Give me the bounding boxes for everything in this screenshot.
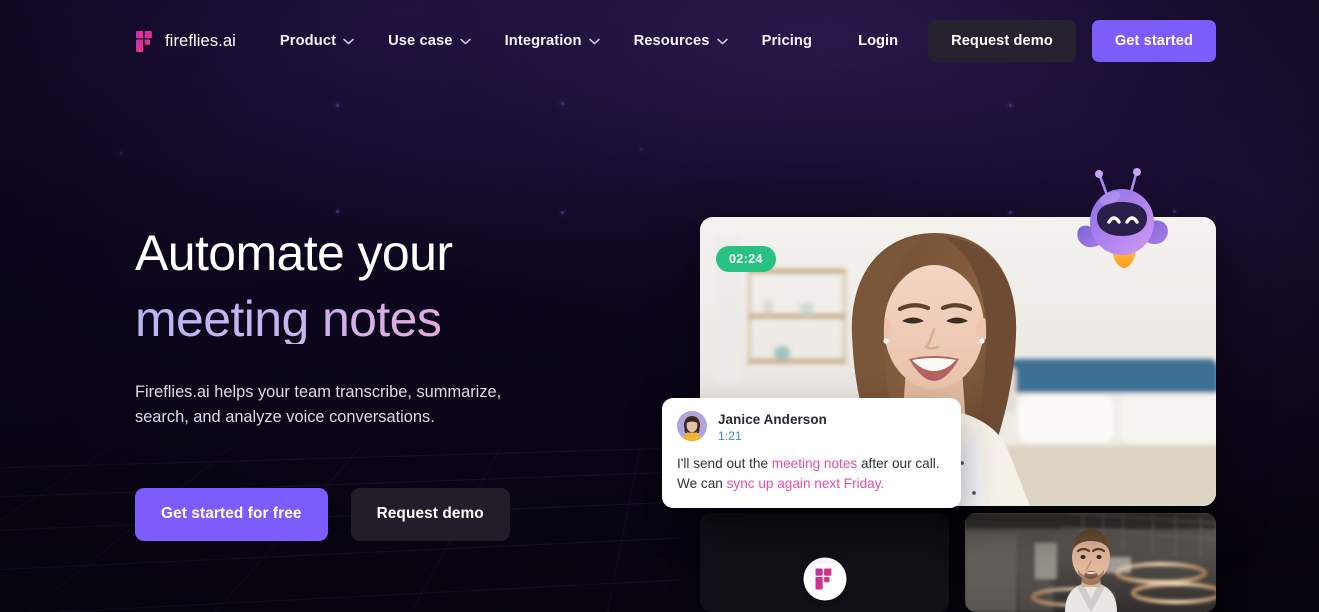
comment-header: Janice Anderson 1:21	[677, 411, 946, 443]
hero-headline-line2: meeting notes	[135, 294, 655, 344]
bottom-media-row	[700, 513, 1216, 612]
hero-subheadline: Fireflies.ai helps your team transcribe,…	[135, 383, 502, 426]
comment-text-line1-post: after our call.	[857, 456, 940, 471]
nav-item-label: Integration	[504, 33, 582, 49]
nav-item-integration[interactable]: Integration	[488, 33, 617, 49]
chevron-down-icon	[588, 38, 600, 44]
chevron-down-icon	[343, 38, 354, 44]
user-avatar	[677, 411, 707, 441]
nav-item-label: Resources	[633, 33, 710, 49]
request-demo-button[interactable]: Request demo	[928, 20, 1076, 62]
timestamp-badge: 02:24	[716, 246, 776, 272]
login-link[interactable]: Login	[844, 33, 912, 49]
nav-item-resources[interactable]: Resources	[617, 33, 745, 49]
fireflies-logo-icon	[136, 30, 155, 52]
comment-text-line1-pre: I'll send out the	[677, 456, 772, 471]
comment-link-meeting-notes[interactable]: meeting notes	[772, 456, 857, 471]
hero-request-demo-button[interactable]: Request demo	[350, 487, 510, 541]
hero-headline-line1: Automate your	[135, 225, 453, 281]
brand-logo[interactable]: fireflies.ai	[136, 30, 236, 52]
nav-item-label: Product	[279, 33, 337, 49]
hero-content: Automate your meeting notes Fireflies.ai…	[135, 228, 655, 541]
fireflies-logo-badge-icon	[803, 557, 846, 601]
nav-links: Product Use case Integration Resources P…	[280, 33, 829, 49]
comment-timestamp[interactable]: 1:21	[718, 429, 827, 443]
participant-video-card[interactable]	[965, 513, 1216, 612]
top-navigation: fireflies.ai Product Use case Integratio…	[0, 0, 1319, 82]
nav-item-label: Pricing	[761, 33, 813, 49]
get-started-button[interactable]: Get started	[1091, 20, 1216, 62]
nav-item-product[interactable]: Product	[280, 33, 371, 49]
hero-headline: Automate your meeting notes	[135, 228, 655, 344]
comment-meta: Janice Anderson 1:21	[718, 411, 827, 443]
get-started-for-free-button[interactable]: Get started for free	[135, 487, 328, 541]
comment-card[interactable]: Janice Anderson 1:21 I'll send out the m…	[662, 398, 961, 509]
nav-item-use-case[interactable]: Use case	[371, 33, 488, 49]
comment-text: I'll send out the meeting notes after ou…	[677, 454, 946, 493]
nav-item-pricing[interactable]: Pricing	[745, 33, 830, 49]
nav-actions: Login Request demo Get started	[844, 20, 1216, 62]
chevron-down-icon	[459, 38, 471, 44]
comment-text-line2-pre: We can	[677, 475, 727, 491]
logo-placeholder-card[interactable]	[700, 513, 949, 612]
chevron-down-icon	[716, 38, 728, 44]
participant-video-image	[965, 513, 1216, 612]
comment-link-sync-up[interactable]: sync up again next Friday.	[727, 476, 885, 491]
hero-cta-row: Get started for free Request demo	[135, 487, 655, 541]
nav-item-label: Use case	[388, 33, 453, 49]
landing-page: fireflies.ai Product Use case Integratio…	[0, 0, 1319, 612]
brand-name: fireflies.ai	[165, 31, 236, 50]
comment-author-name: Janice Anderson	[718, 412, 827, 427]
fireflies-robot-mascot-icon	[1072, 162, 1176, 272]
